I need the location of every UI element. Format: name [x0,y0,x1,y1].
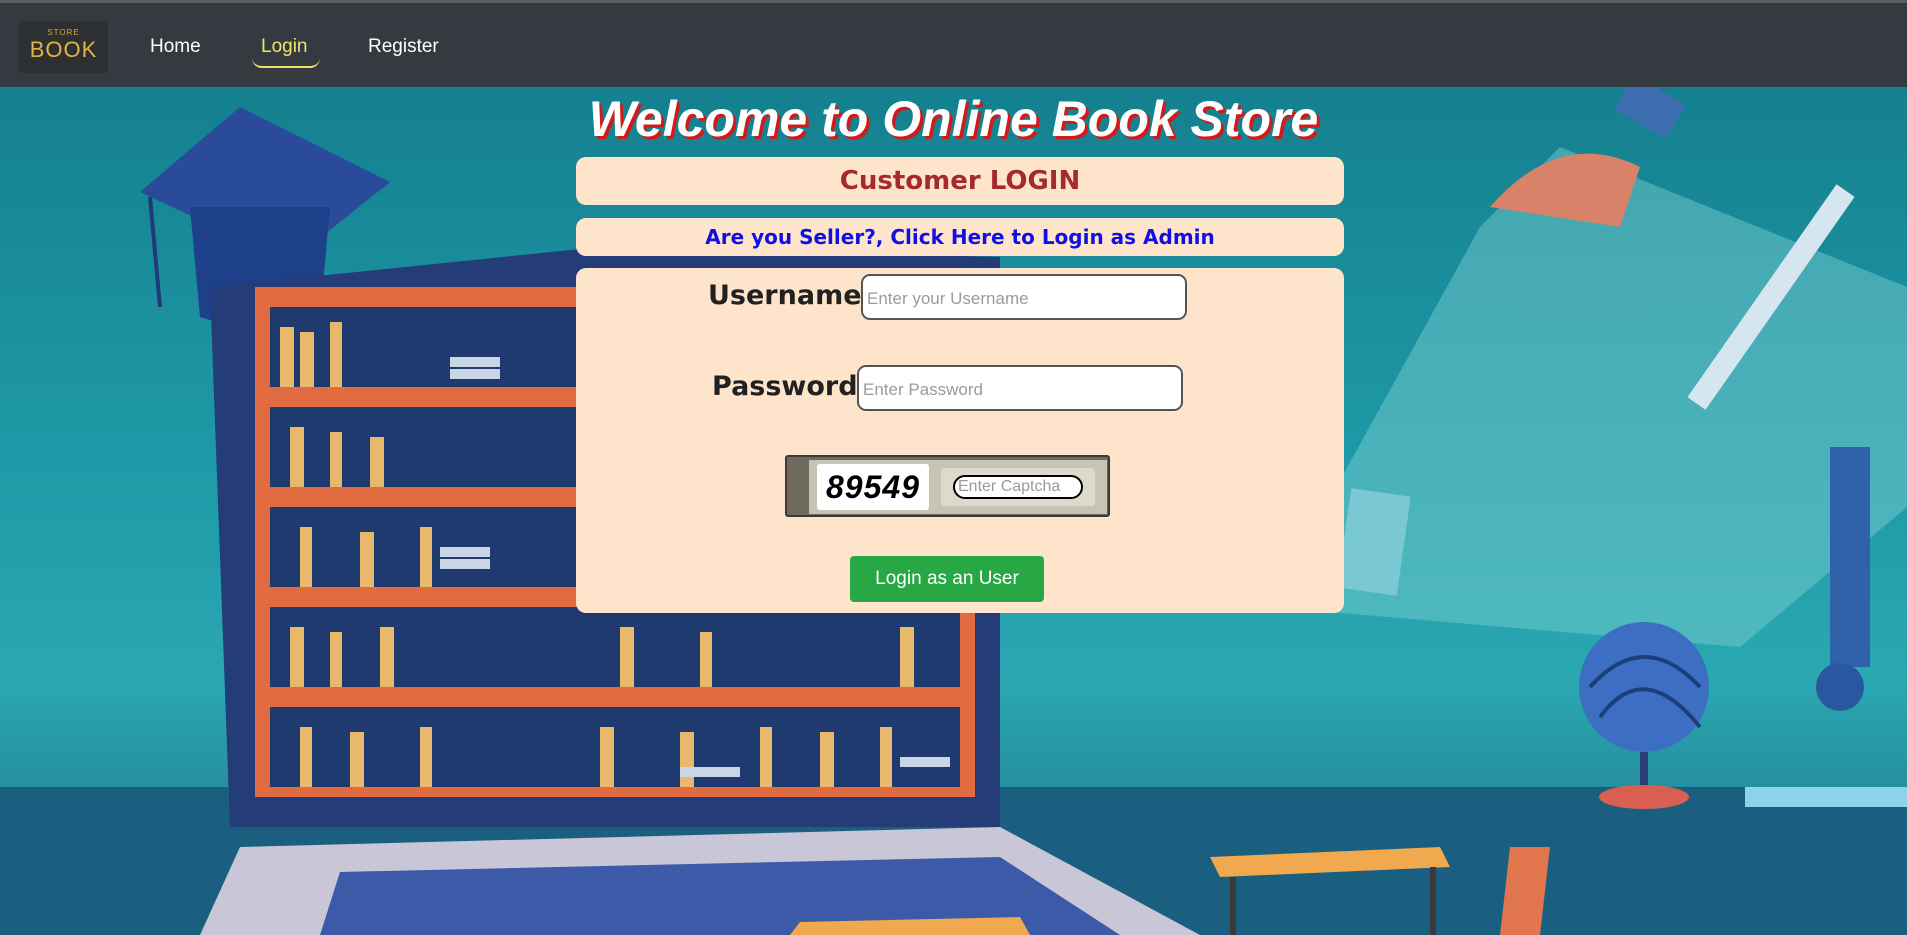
active-link-underline [252,58,320,68]
globe [1579,622,1709,752]
captcha-input-wrapper: Enter Captcha [941,468,1095,506]
nav-register-link[interactable]: Register [368,36,439,58]
brand-word: BOOK [29,37,98,62]
captcha-input[interactable]: Enter Captcha [953,475,1083,499]
nav-login-link[interactable]: Login [261,36,308,58]
admin-login-link[interactable]: Are you Seller?, Click Here to Login as … [576,218,1344,256]
lamp-base [1745,787,1907,807]
password-label: Password : [712,371,878,402]
username-input[interactable]: Enter your Username [861,274,1187,320]
welcome-heading: Welcome to Online Book Store [588,91,1319,147]
username-label: Username : [708,280,882,311]
lamp-pole [1830,447,1870,667]
navbar: STORE BOOK Home Login Register [0,0,1907,87]
nav-home-link[interactable]: Home [150,36,201,58]
lamp-joint [1816,663,1864,711]
login-button[interactable]: Login as an User [850,556,1044,602]
captcha-widget: 89549 Enter Captcha [785,455,1110,517]
brand-logo[interactable]: STORE BOOK [19,21,108,73]
brand-top-text: STORE [47,28,80,37]
customer-login-title: Customer LOGIN [576,157,1344,205]
globe-stand [1599,785,1689,809]
captcha-code: 89549 [817,464,929,510]
captcha-inner: 89549 Enter Captcha [809,460,1107,514]
password-input[interactable]: Enter Password [857,365,1183,411]
login-form: Username : Enter your Username Password … [576,268,1344,613]
